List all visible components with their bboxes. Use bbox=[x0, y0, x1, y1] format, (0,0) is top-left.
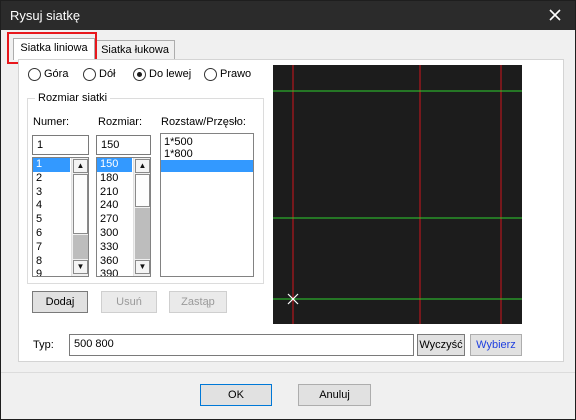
list-item[interactable]: 9 bbox=[33, 268, 70, 276]
dodaj-button[interactable]: Dodaj bbox=[32, 291, 88, 313]
rozstaw-label: Rozstaw/Przęsło: bbox=[161, 116, 246, 128]
radio-label: Dół bbox=[99, 68, 116, 80]
list-item[interactable]: 8 bbox=[33, 255, 70, 269]
window-title: Rysuj siatkę bbox=[10, 8, 81, 23]
list-item[interactable]: 5 bbox=[33, 213, 70, 227]
list-item[interactable]: 240 bbox=[97, 199, 132, 213]
radio-label: Góra bbox=[44, 68, 69, 80]
grid-preview bbox=[273, 65, 522, 324]
rozmiar-list-rows: 150 180 210 240 270 300 330 360 390 bbox=[97, 158, 132, 276]
scroll-up-icon[interactable]: ▲ bbox=[73, 159, 88, 173]
list-item[interactable]: 2 bbox=[33, 172, 70, 186]
tab-siatka-lukowa[interactable]: Siatka łukowa bbox=[95, 40, 175, 60]
scroll-thumb[interactable] bbox=[73, 174, 88, 234]
numer-scrollbar[interactable]: ▲ ▼ bbox=[71, 158, 88, 276]
tab-label: Siatka łukowa bbox=[101, 44, 169, 56]
anuluj-button[interactable]: Anuluj bbox=[298, 384, 371, 406]
footer-divider bbox=[1, 372, 575, 373]
scroll-track[interactable] bbox=[135, 208, 150, 259]
radio-circle bbox=[204, 68, 217, 81]
list-item[interactable]: 1 bbox=[33, 158, 70, 172]
numer-list[interactable]: 123456789 ▲ ▼ bbox=[32, 157, 89, 277]
rozstaw-list-rows: 1*500 1*800 bbox=[161, 136, 253, 172]
radio-circle bbox=[83, 68, 96, 81]
list-item[interactable]: 150 bbox=[97, 158, 132, 172]
numer-input[interactable]: 1 bbox=[32, 135, 89, 155]
radio-circle-checked bbox=[133, 68, 146, 81]
list-item[interactable]: 210 bbox=[97, 186, 132, 200]
list-item[interactable]: 6 bbox=[33, 227, 70, 241]
rozmiar-label: Rozmiar: bbox=[98, 116, 143, 128]
scroll-down-icon[interactable]: ▼ bbox=[135, 260, 150, 274]
wyczysc-button[interactable]: Wyczyść bbox=[417, 334, 465, 356]
list-item[interactable]: 390 bbox=[97, 268, 132, 276]
scroll-down-icon[interactable]: ▼ bbox=[73, 260, 88, 274]
wybierz-button[interactable]: Wybierz bbox=[470, 334, 522, 356]
list-item[interactable]: 1*800 bbox=[161, 148, 253, 160]
rozstaw-list[interactable]: 1*500 1*800 bbox=[160, 133, 254, 277]
list-item[interactable]: 3 bbox=[33, 186, 70, 200]
list-item[interactable]: 360 bbox=[97, 255, 132, 269]
dialog-window: Rysuj siatkę Siatka liniowa Siatka łukow… bbox=[0, 0, 576, 420]
zastap-button[interactable]: Zastąp bbox=[169, 291, 227, 313]
list-item[interactable]: 1*500 bbox=[161, 136, 253, 148]
radio-label: Prawo bbox=[220, 68, 252, 80]
usun-button[interactable]: Usuń bbox=[101, 291, 157, 313]
list-item[interactable]: 300 bbox=[97, 227, 132, 241]
list-item[interactable]: 7 bbox=[33, 241, 70, 255]
numer-list-rows: 123456789 bbox=[33, 158, 70, 276]
scroll-up-icon[interactable]: ▲ bbox=[135, 159, 150, 173]
radio-label: Do lewej bbox=[149, 68, 192, 80]
title-bar: Rysuj siatkę bbox=[1, 1, 575, 30]
radio-circle bbox=[28, 68, 41, 81]
list-item[interactable]: 180 bbox=[97, 172, 132, 186]
list-item[interactable]: 270 bbox=[97, 213, 132, 227]
rozmiar-list[interactable]: 150 180 210 240 270 300 330 360 390 ▲ ▼ bbox=[96, 157, 151, 277]
list-item[interactable]: 4 bbox=[33, 199, 70, 213]
typ-label: Typ: bbox=[33, 339, 54, 351]
ok-button[interactable]: OK bbox=[200, 384, 272, 406]
list-item[interactable]: 330 bbox=[97, 241, 132, 255]
close-icon[interactable] bbox=[547, 7, 563, 23]
numer-label: Numer: bbox=[33, 116, 70, 128]
rozmiar-input[interactable]: 150 bbox=[96, 135, 151, 155]
scroll-thumb[interactable] bbox=[135, 174, 150, 207]
group-title: Rozmiar siatki bbox=[35, 92, 111, 104]
typ-input[interactable]: 500 800 bbox=[69, 334, 414, 356]
list-item[interactable] bbox=[161, 160, 253, 172]
scroll-track[interactable] bbox=[73, 235, 88, 259]
rozmiar-scrollbar[interactable]: ▲ ▼ bbox=[133, 158, 150, 276]
